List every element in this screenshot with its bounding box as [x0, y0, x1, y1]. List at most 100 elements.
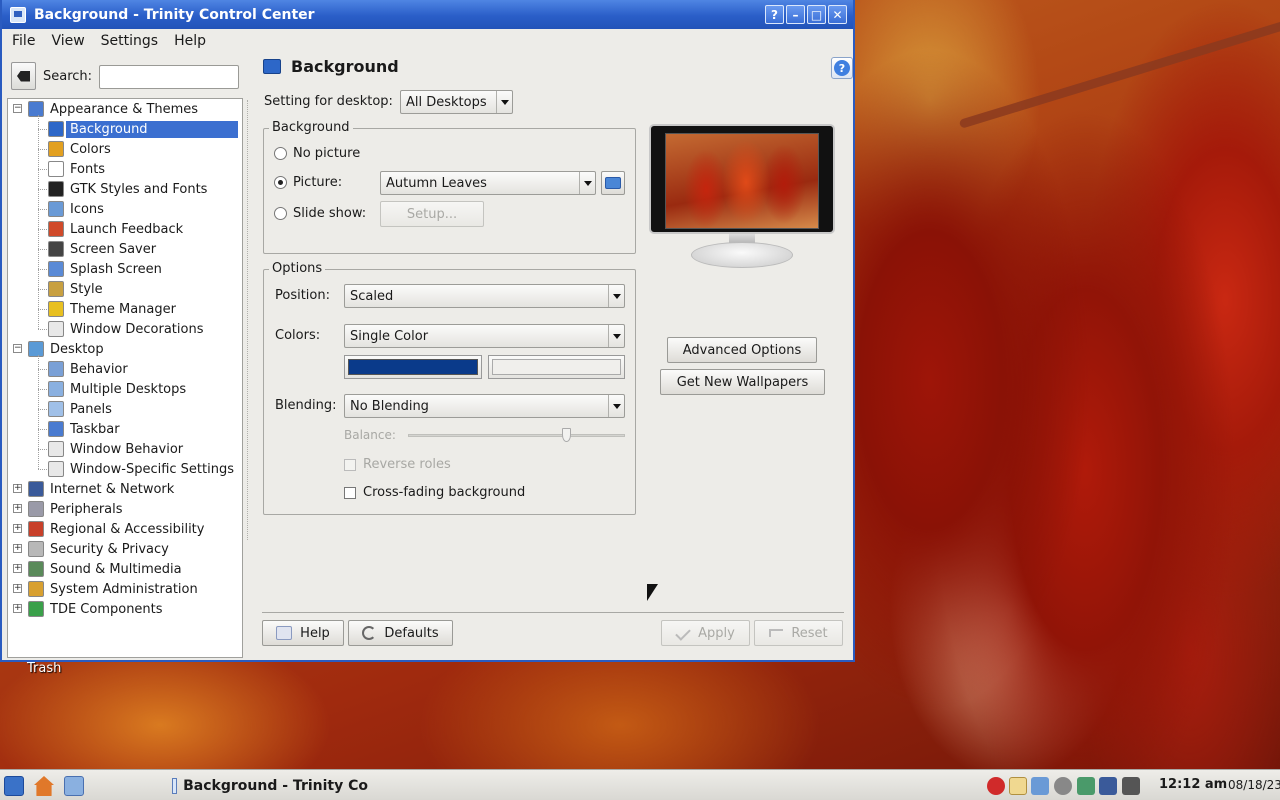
tree-item-label: Window-Specific Settings: [70, 461, 234, 477]
defaults-button-label: Defaults: [384, 625, 439, 641]
display-icon[interactable]: [1099, 777, 1117, 795]
folder-open-icon: [605, 177, 621, 189]
close-button[interactable]: ✕: [828, 5, 847, 24]
power-manager-icon[interactable]: [1122, 777, 1140, 795]
expand-icon[interactable]: +: [13, 584, 22, 593]
background-group: Background No picture Picture: Autumn Le…: [263, 120, 636, 254]
primary-color-button[interactable]: [344, 355, 482, 379]
tree-item-gtk-styles-and-fonts[interactable]: GTK Styles and Fonts: [48, 179, 207, 199]
expand-icon[interactable]: +: [13, 524, 22, 533]
keyboard-layout-icon[interactable]: [1009, 777, 1027, 795]
tree-item-behavior[interactable]: Behavior: [48, 359, 128, 379]
tree-item-colors[interactable]: Colors: [48, 139, 111, 159]
collapse-icon[interactable]: −: [13, 104, 22, 113]
tree-item-fonts[interactable]: Fonts: [48, 159, 105, 179]
slide-show-radio-dot: [274, 207, 287, 220]
position-select[interactable]: Scaled: [344, 284, 625, 308]
tree-item-peripherals[interactable]: Peripherals: [28, 499, 123, 519]
tree-item-tde-components[interactable]: TDE Components: [28, 599, 163, 619]
tree-item-desktop[interactable]: Desktop: [28, 339, 104, 359]
help-button[interactable]: Help: [262, 620, 344, 646]
volume-icon[interactable]: [1054, 777, 1072, 795]
balance-slider-handle[interactable]: [562, 428, 572, 442]
advanced-options-button[interactable]: Advanced Options: [667, 337, 817, 363]
menu-settings[interactable]: Settings: [101, 33, 158, 49]
tree-item-panels[interactable]: Panels: [48, 399, 112, 419]
secondary-color-button[interactable]: [488, 355, 625, 379]
reset-button[interactable]: Reset: [754, 620, 843, 646]
setup-button[interactable]: Setup...: [380, 201, 484, 227]
window-titlebar[interactable]: Background - Trinity Control Center ? – …: [2, 0, 853, 29]
desktop-select[interactable]: All Desktops: [400, 90, 513, 114]
chevron-down-icon: [496, 91, 512, 113]
picture-radio[interactable]: Picture:: [274, 175, 342, 190]
tree-item-window-behavior[interactable]: Window Behavior: [48, 439, 183, 459]
preview-monitor-bezel: [649, 124, 835, 234]
reverse-roles-checkbox[interactable]: Reverse roles: [344, 457, 451, 472]
control-center-app-icon[interactable]: [10, 6, 26, 23]
maximize-button[interactable]: □: [807, 5, 826, 24]
tree-item-icons[interactable]: Icons: [48, 199, 104, 219]
blending-select[interactable]: No Blending: [344, 394, 625, 418]
balance-slider[interactable]: [408, 434, 625, 437]
tree-item-internet-network[interactable]: Internet & Network: [28, 479, 174, 499]
home-folder-icon[interactable]: [34, 776, 54, 796]
taskbar-task-background[interactable]: Background - Trinity Co: [172, 774, 368, 798]
picture-select[interactable]: Autumn Leaves: [380, 171, 596, 195]
cross-fading-checkbox[interactable]: Cross-fading background: [344, 485, 525, 500]
defaults-button[interactable]: Defaults: [348, 620, 453, 646]
get-new-wallpapers-button[interactable]: Get New Wallpapers: [660, 369, 825, 395]
no-picture-radio[interactable]: No picture: [274, 146, 360, 161]
tree-item-regional-accessibility[interactable]: Regional & Accessibility: [28, 519, 204, 539]
expand-icon[interactable]: +: [13, 484, 22, 493]
menu-view[interactable]: View: [51, 33, 84, 49]
tree-item-taskbar[interactable]: Taskbar: [48, 419, 120, 439]
colors-select[interactable]: Single Color: [344, 324, 625, 348]
expand-icon[interactable]: +: [13, 604, 22, 613]
module-tree: Appearance & Themes − Background Colors Font…: [7, 98, 243, 658]
search-input[interactable]: [99, 65, 239, 89]
sidebar-splitter[interactable]: [247, 100, 248, 540]
picture-select-value: Autumn Leaves: [386, 175, 487, 191]
tree-connector: [38, 289, 47, 290]
tde-components-icon: [28, 601, 44, 617]
tree-item-sound-multimedia[interactable]: Sound & Multimedia: [28, 559, 182, 579]
whats-this-button[interactable]: ?: [831, 57, 853, 79]
tree-item-splash-screen[interactable]: Splash Screen: [48, 259, 162, 279]
update-notifier-icon[interactable]: [1077, 777, 1095, 795]
tree-item-label: Sound & Multimedia: [50, 561, 182, 577]
tree-item-screen-saver[interactable]: Screen Saver: [48, 239, 156, 259]
tree-item-window-decorations[interactable]: Window Decorations: [48, 319, 204, 339]
slide-show-label: Slide show:: [293, 206, 367, 221]
clock-time[interactable]: 12:12 am: [1159, 777, 1227, 792]
expand-icon[interactable]: +: [13, 544, 22, 553]
menu-help[interactable]: Help: [174, 33, 206, 49]
tree-item-background[interactable]: Background: [48, 119, 238, 139]
tree-item-multiple-desktops[interactable]: Multiple Desktops: [48, 379, 186, 399]
menu-file[interactable]: File: [12, 33, 35, 49]
trinity-menu-icon[interactable]: [4, 776, 24, 796]
expand-icon[interactable]: +: [13, 504, 22, 513]
clear-search-button[interactable]: [11, 62, 36, 90]
tree-item-window-specific-settings[interactable]: Window-Specific Settings: [48, 459, 234, 479]
clipboard-icon[interactable]: [1031, 777, 1049, 795]
collapse-icon[interactable]: −: [13, 344, 22, 353]
slide-show-radio[interactable]: Slide show:: [274, 206, 366, 221]
expand-icon[interactable]: +: [13, 564, 22, 573]
show-desktop-icon[interactable]: [64, 776, 84, 796]
fonts-icon: [48, 161, 64, 177]
context-help-button[interactable]: ?: [765, 5, 784, 24]
browse-picture-button[interactable]: [601, 171, 625, 195]
tree-item-appearance-themes[interactable]: Appearance & Themes: [28, 99, 198, 119]
tree-item-system-administration[interactable]: System Administration: [28, 579, 198, 599]
clock-date[interactable]: 08/18/23: [1228, 778, 1280, 792]
network-status-icon[interactable]: [987, 777, 1005, 795]
internet-icon: [28, 481, 44, 497]
apply-button[interactable]: Apply: [661, 620, 750, 646]
desktop-trash-label[interactable]: Trash: [27, 661, 61, 676]
tree-item-style[interactable]: Style: [48, 279, 103, 299]
tree-item-launch-feedback[interactable]: Launch Feedback: [48, 219, 183, 239]
tree-item-security-privacy[interactable]: Security & Privacy: [28, 539, 169, 559]
minimize-button[interactable]: –: [786, 5, 805, 24]
tree-item-theme-manager[interactable]: Theme Manager: [48, 299, 176, 319]
